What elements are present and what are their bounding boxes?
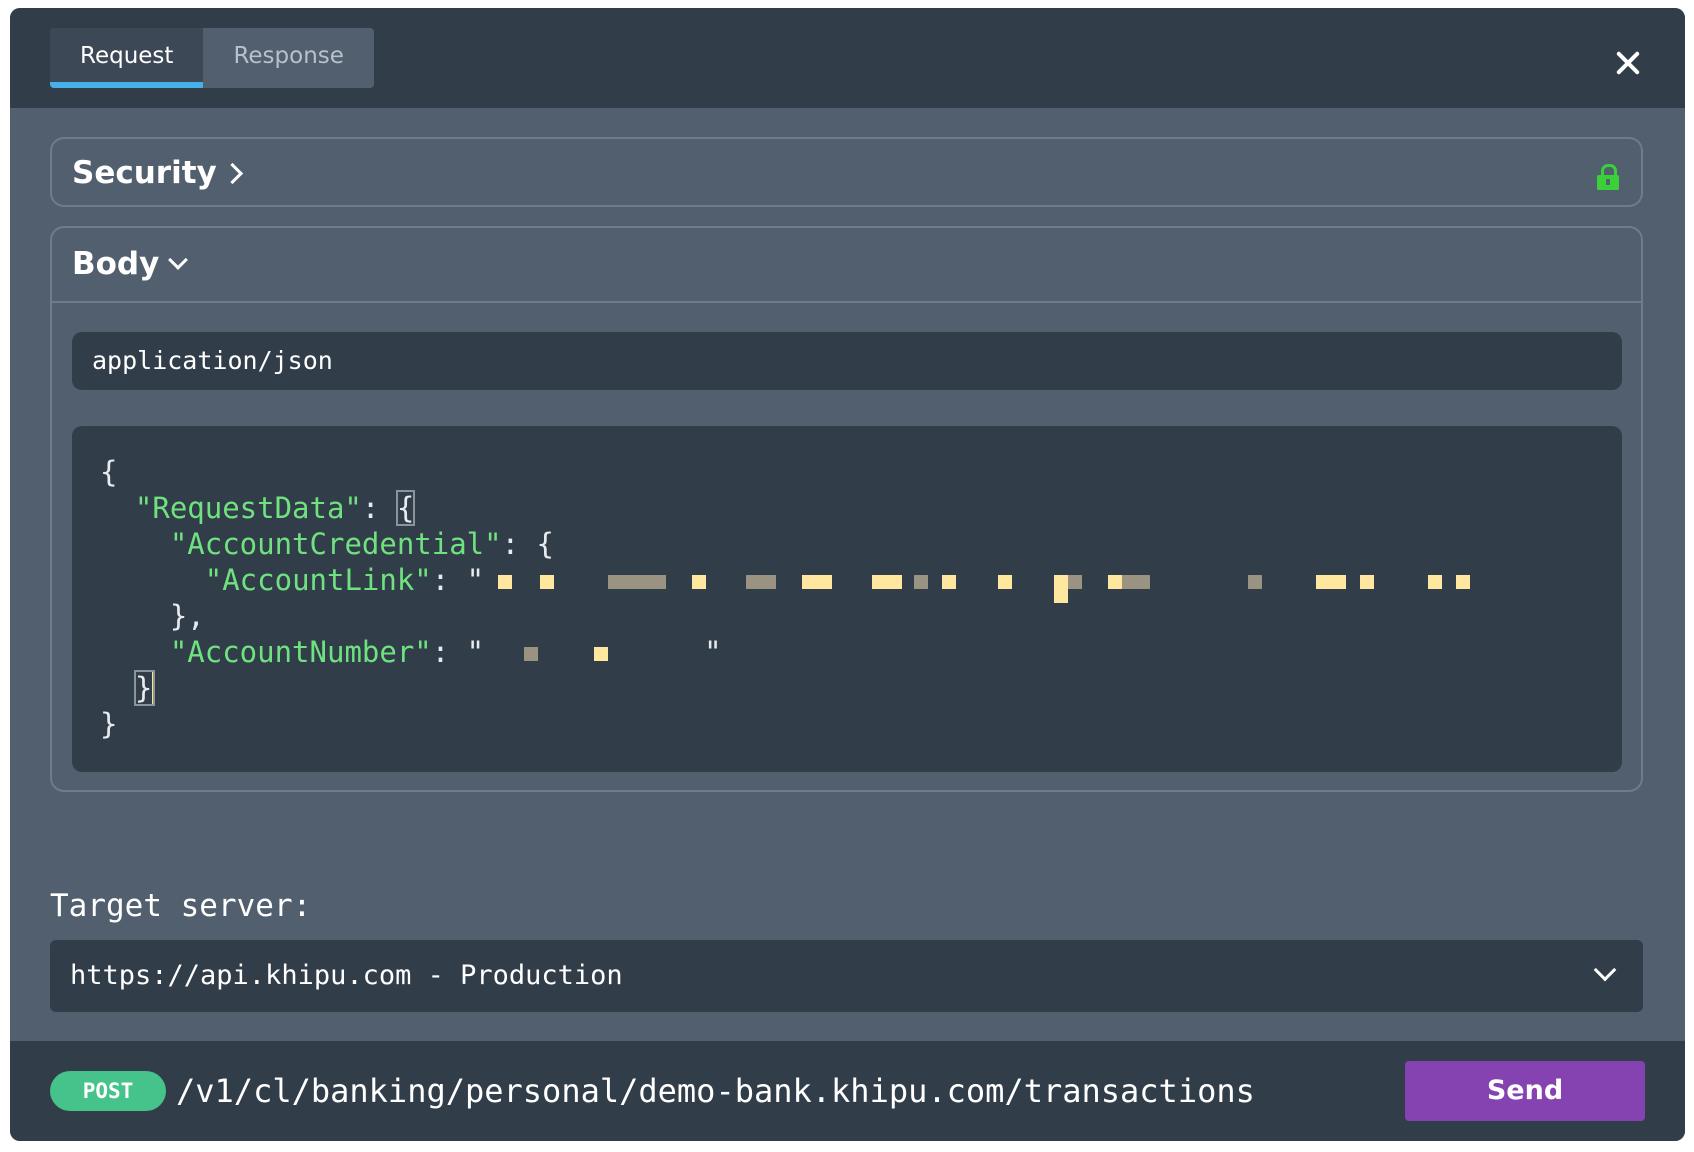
endpoint-path: /v1/cl/banking/personal/demo-bank.khipu.… <box>176 1072 1255 1110</box>
json-editor[interactable]: { "RequestData": { "AccountCredential": … <box>72 426 1622 772</box>
code-key-accountlink: "AccountLink" <box>204 563 432 597</box>
close-icon[interactable] <box>1613 48 1643 78</box>
chevron-down-icon <box>1593 958 1617 982</box>
code-block[interactable]: { "RequestData": { "AccountCredential": … <box>100 454 1494 742</box>
lock-icon <box>1597 164 1619 190</box>
security-header[interactable]: Security <box>52 139 1641 207</box>
method-badge: POST <box>50 1071 166 1111</box>
code-brace-close: } <box>100 707 118 741</box>
request-panel: Request Response Security Body applicati… <box>10 8 1685 1141</box>
panel-header: Request Response <box>10 8 1685 108</box>
tab-bar: Request Response <box>50 28 374 88</box>
target-server-label: Target server: <box>50 888 312 924</box>
chevron-down-icon <box>168 250 189 270</box>
send-button[interactable]: Send <box>1405 1061 1645 1121</box>
code-bracket-highlight: { <box>395 490 416 526</box>
code-key-accountcredential: "AccountCredential" <box>169 527 502 561</box>
tab-response[interactable]: Response <box>203 28 373 88</box>
body-header[interactable]: Body <box>52 228 1641 300</box>
chevron-right-icon <box>221 162 243 184</box>
redacted-value <box>484 647 704 661</box>
tab-request[interactable]: Request <box>50 28 204 88</box>
target-server-value: https://api.khipu.com - Production <box>70 960 623 991</box>
target-server-select[interactable]: https://api.khipu.com - Production <box>50 940 1643 1012</box>
code-brace-close-inner: } <box>133 670 156 706</box>
code-key-requestdata: "RequestData" <box>134 491 362 525</box>
code-brace-open: { <box>100 455 118 489</box>
security-title: Security <box>72 155 217 191</box>
body-title: Body <box>72 246 160 282</box>
code-brace-close-credential: }, <box>169 599 205 633</box>
redacted-value <box>484 575 1494 603</box>
divider <box>52 301 1641 303</box>
body-section: Body application/json { "RequestData": {… <box>50 226 1643 792</box>
security-section[interactable]: Security <box>50 137 1643 207</box>
code-key-accountnumber: "AccountNumber" <box>169 635 432 669</box>
request-footer: POST /v1/cl/banking/personal/demo-bank.k… <box>10 1041 1685 1141</box>
content-type-field[interactable]: application/json <box>72 332 1622 390</box>
